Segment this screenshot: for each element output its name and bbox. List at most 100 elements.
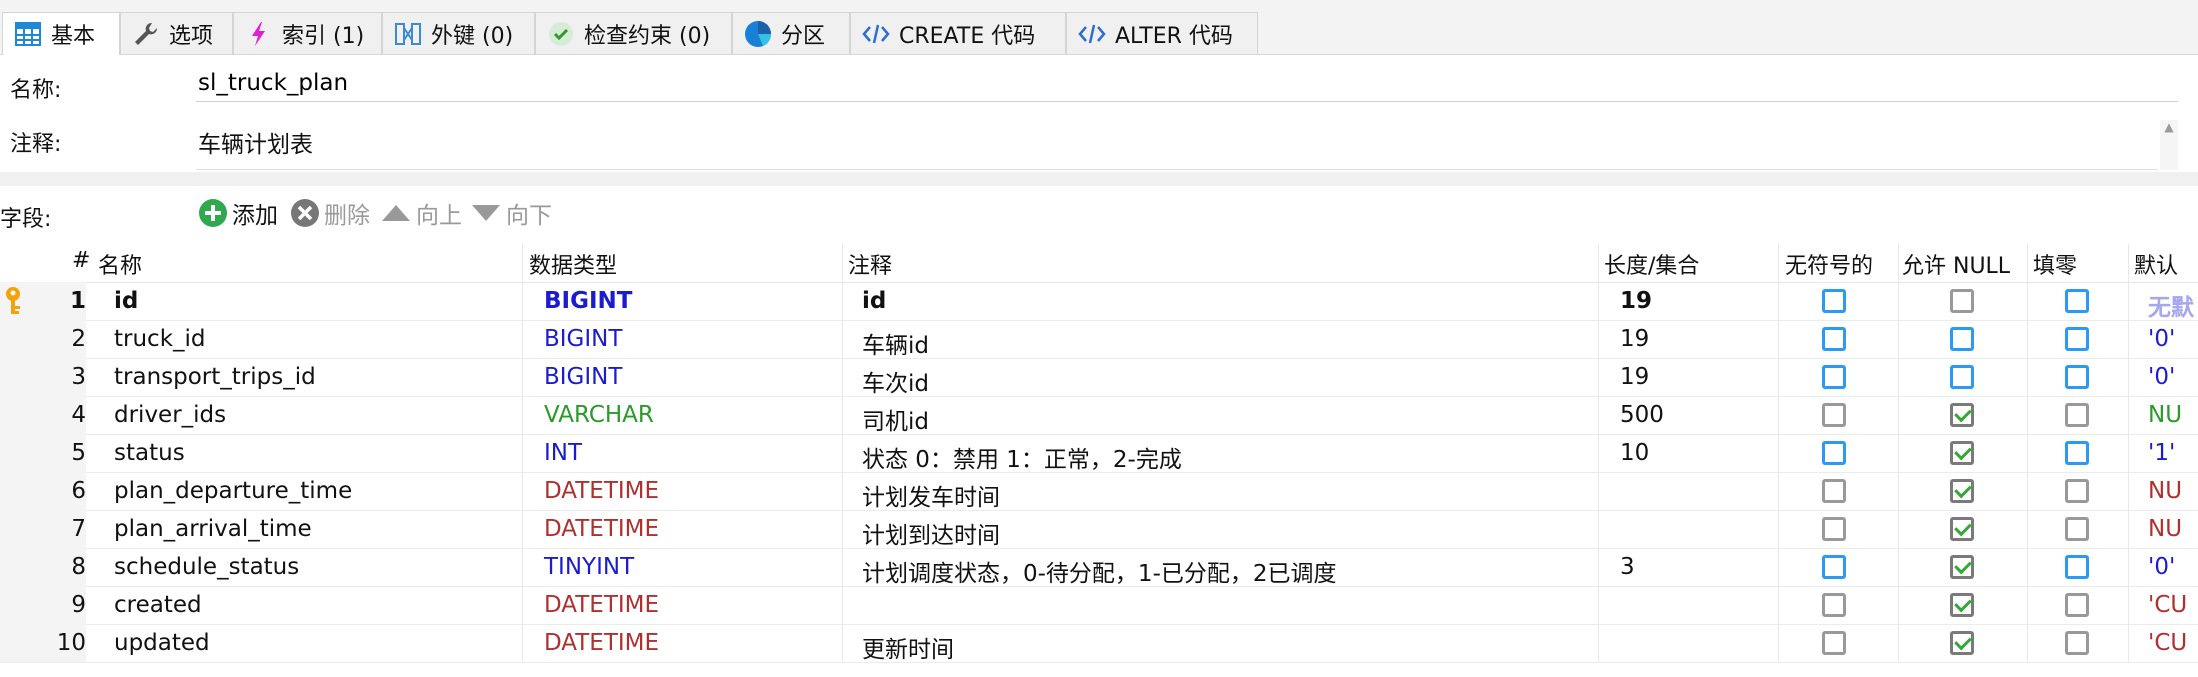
data-type-cell[interactable]: VARCHAR (544, 402, 654, 428)
default-cell[interactable]: 'CU (2148, 592, 2187, 618)
allow-null-checkbox[interactable] (1950, 289, 1974, 313)
header-type[interactable]: 数据类型 (529, 248, 617, 280)
unsigned-checkbox[interactable] (1822, 479, 1846, 503)
default-cell[interactable]: '0' (2148, 326, 2175, 352)
field-name-cell[interactable]: created (114, 592, 202, 618)
move-up-button[interactable]: 向上 (380, 196, 462, 230)
header-zerofill[interactable]: 填零 (2033, 248, 2077, 280)
unsigned-checkbox[interactable] (1822, 517, 1846, 541)
field-comment-cell[interactable]: 计划调度状态，0-待分配，1-已分配，2已调度 (862, 554, 1337, 588)
allow-null-checkbox[interactable] (1950, 327, 1974, 351)
field-comment-cell[interactable]: 车辆id (862, 326, 929, 360)
length-cell[interactable]: 19 (1620, 364, 1649, 390)
field-name-cell[interactable]: status (114, 440, 185, 466)
length-cell[interactable]: 10 (1620, 440, 1649, 466)
allow-null-checkbox[interactable] (1950, 479, 1974, 503)
unsigned-checkbox[interactable] (1822, 555, 1846, 579)
field-name-cell[interactable]: updated (114, 630, 210, 656)
zerofill-checkbox[interactable] (2065, 555, 2089, 579)
default-cell[interactable]: NU (2148, 516, 2182, 542)
zerofill-checkbox[interactable] (2065, 593, 2089, 617)
tab-indexes[interactable]: 索引 (1) (233, 12, 382, 54)
zerofill-checkbox[interactable] (2065, 327, 2089, 351)
default-cell[interactable]: NU (2148, 478, 2182, 504)
unsigned-checkbox[interactable] (1822, 441, 1846, 465)
allow-null-checkbox[interactable] (1950, 403, 1974, 427)
table-row[interactable]: 1 id BIGINT id 19 无默 (0, 282, 2198, 321)
zerofill-checkbox[interactable] (2065, 289, 2089, 313)
tab-partitions[interactable]: 分区 (732, 12, 850, 54)
table-row[interactable]: 10 updated DATETIME 更新时间 'CU (0, 624, 2198, 663)
tab-check-constraints[interactable]: 检查约束 (0) (535, 12, 732, 54)
allow-null-checkbox[interactable] (1950, 555, 1974, 579)
field-comment-cell[interactable]: 状态 0：禁用 1：正常，2-完成 (862, 440, 1182, 474)
data-type-cell[interactable]: BIGINT (544, 364, 622, 390)
header-unsigned[interactable]: 无符号的 (1785, 248, 1873, 280)
data-type-cell[interactable]: BIGINT (544, 288, 632, 314)
allow-null-checkbox[interactable] (1950, 517, 1974, 541)
unsigned-checkbox[interactable] (1822, 403, 1846, 427)
data-type-cell[interactable]: INT (544, 440, 582, 466)
splitter[interactable] (0, 172, 2198, 186)
header-index[interactable]: # (72, 248, 90, 273)
field-comment-cell[interactable]: 更新时间 (862, 630, 954, 664)
table-row[interactable]: 7 plan_arrival_time DATETIME 计划到达时间 NU (0, 510, 2198, 549)
unsigned-checkbox[interactable] (1822, 327, 1846, 351)
table-row[interactable]: 9 created DATETIME 'CU (0, 586, 2198, 625)
table-name-input[interactable] (196, 64, 2178, 102)
table-row[interactable]: 8 schedule_status TINYINT 计划调度状态，0-待分配，1-已分… (0, 548, 2198, 587)
field-comment-cell[interactable]: 计划发车时间 (862, 478, 1000, 512)
field-name-cell[interactable]: driver_ids (114, 402, 226, 428)
field-name-cell[interactable]: plan_departure_time (114, 478, 352, 504)
unsigned-checkbox[interactable] (1822, 631, 1846, 655)
table-row[interactable]: 2 truck_id BIGINT 车辆id 19 '0' (0, 320, 2198, 359)
allow-null-checkbox[interactable] (1950, 593, 1974, 617)
allow-null-checkbox[interactable] (1950, 631, 1974, 655)
default-cell[interactable]: 'CU (2148, 630, 2187, 656)
tab-create-code[interactable]: CREATE 代码 (850, 12, 1066, 54)
header-allow-null[interactable]: 允许 NULL (1902, 248, 2010, 280)
unsigned-checkbox[interactable] (1822, 289, 1846, 313)
field-name-cell[interactable]: id (114, 288, 138, 314)
table-row[interactable]: 4 driver_ids VARCHAR 司机id 500 NU (0, 396, 2198, 435)
table-row[interactable]: 6 plan_departure_time DATETIME 计划发车时间 NU (0, 472, 2198, 511)
tab-foreign-keys[interactable]: 外键 (0) (382, 12, 535, 54)
header-name[interactable]: 名称 (98, 248, 142, 280)
zerofill-checkbox[interactable] (2065, 365, 2089, 389)
field-comment-cell[interactable]: 司机id (862, 402, 929, 436)
length-cell[interactable]: 19 (1620, 288, 1652, 314)
table-comment-input[interactable]: 车辆计划表 (196, 120, 2158, 170)
field-name-cell[interactable]: schedule_status (114, 554, 299, 580)
data-type-cell[interactable]: DATETIME (544, 630, 659, 656)
data-type-cell[interactable]: TINYINT (544, 554, 634, 580)
field-comment-cell[interactable]: id (862, 288, 886, 314)
field-name-cell[interactable]: truck_id (114, 326, 206, 352)
default-cell[interactable]: '1' (2148, 440, 2175, 466)
unsigned-checkbox[interactable] (1822, 365, 1846, 389)
data-type-cell[interactable]: DATETIME (544, 516, 659, 542)
zerofill-checkbox[interactable] (2065, 403, 2089, 427)
tab-alter-code[interactable]: ALTER 代码 (1066, 12, 1258, 54)
field-comment-cell[interactable]: 车次id (862, 364, 929, 398)
zerofill-checkbox[interactable] (2065, 517, 2089, 541)
move-down-button[interactable]: 向下 (470, 196, 552, 230)
field-comment-cell[interactable]: 计划到达时间 (862, 516, 1000, 550)
default-cell[interactable]: '0' (2148, 554, 2175, 580)
unsigned-checkbox[interactable] (1822, 593, 1846, 617)
data-type-cell[interactable]: DATETIME (544, 592, 659, 618)
data-type-cell[interactable]: DATETIME (544, 478, 659, 504)
header-length[interactable]: 长度/集合 (1604, 248, 1699, 280)
header-default[interactable]: 默认 (2134, 248, 2178, 280)
default-cell[interactable]: NU (2148, 402, 2182, 428)
allow-null-checkbox[interactable] (1950, 365, 1974, 389)
zerofill-checkbox[interactable] (2065, 631, 2089, 655)
default-cell[interactable]: 无默 (2148, 288, 2194, 322)
zerofill-checkbox[interactable] (2065, 479, 2089, 503)
table-row[interactable]: 3 transport_trips_id BIGINT 车次id 19 '0' (0, 358, 2198, 397)
add-field-button[interactable]: 添加 (198, 196, 278, 230)
length-cell[interactable]: 500 (1620, 402, 1664, 428)
length-cell[interactable]: 3 (1620, 554, 1635, 580)
header-comment[interactable]: 注释 (848, 248, 892, 280)
delete-field-button[interactable]: 删除 (290, 196, 370, 230)
tab-basic[interactable]: 基本 (2, 12, 120, 55)
